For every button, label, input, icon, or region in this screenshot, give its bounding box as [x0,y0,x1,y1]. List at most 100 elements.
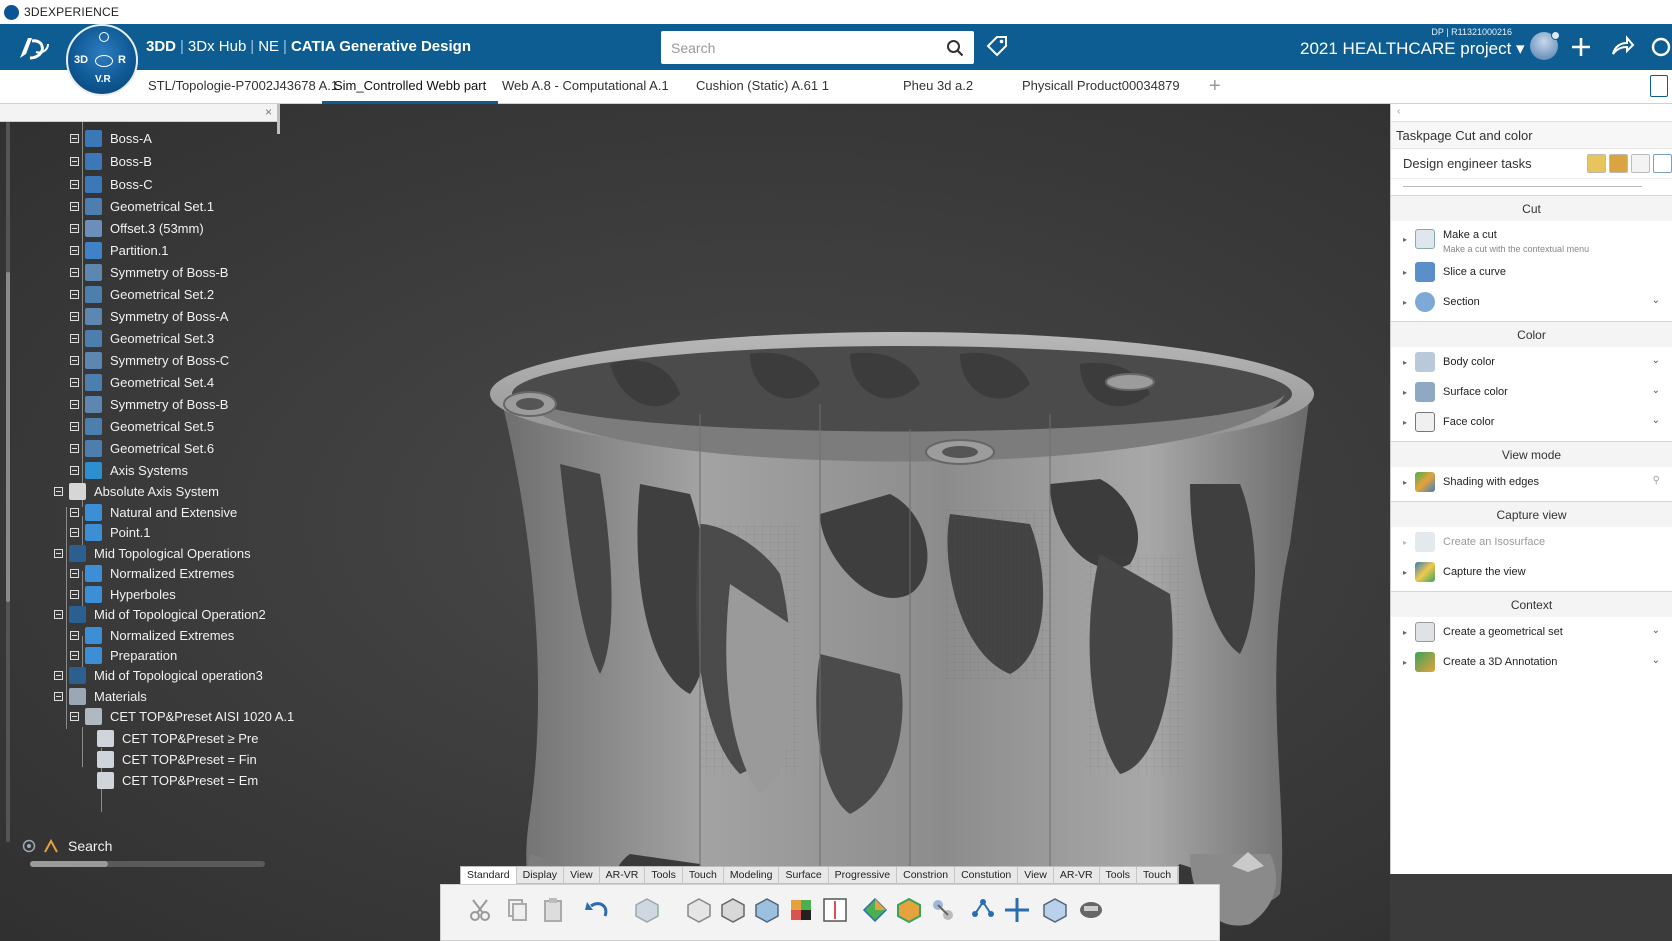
plus-icon[interactable] [1568,34,1594,60]
search-input[interactable] [661,31,931,64]
tab-pheu-3d[interactable]: Pheu 3d a.2 [903,70,973,104]
tree-node[interactable]: Symmetry of Boss-B [70,262,228,282]
tree-node[interactable]: Symmetry of Boss-A [70,306,228,326]
expand-arrow-icon[interactable]: ▸ [1403,658,1415,667]
expand-arrow-icon[interactable]: ▸ [1403,568,1415,577]
download-icon[interactable] [1650,75,1668,97]
expand-arrow-icon[interactable]: ▸ [1403,418,1415,427]
tree-node[interactable]: Geometrical Set.4 [70,372,214,392]
task-layout-icon[interactable] [1631,154,1650,173]
tree-node[interactable]: Natural and Extensive [70,502,237,522]
expand-arrow-icon[interactable]: ▸ [1403,235,1415,244]
tree-node[interactable]: Geometrical Set.5 [70,416,214,436]
action-bar-tab[interactable]: Tools [645,867,683,884]
expand-toggle-icon[interactable] [54,548,63,558]
section-item[interactable]: ▸ Section ⌄ [1391,287,1672,317]
shading-edges-item[interactable]: ▸ Shading with edges ⚲ [1391,467,1672,497]
expand-toggle-icon[interactable] [70,589,79,599]
pin-icon[interactable]: ⚲ [1653,475,1660,486]
tree-node[interactable]: Partition.1 [70,240,169,260]
project-selector[interactable]: DP | R11321000216 2021 HEALTHCARE projec… [1300,27,1525,59]
add-tab-button[interactable]: + [1209,76,1221,96]
expand-toggle-icon[interactable] [70,267,79,277]
action-bar-tab[interactable]: Tools [1100,867,1138,884]
tag-icon[interactable] [985,34,1009,58]
cut-scissors-icon[interactable] [467,896,495,924]
make-cut-item[interactable]: ▸ Make a cut Make a cut with the contextu… [1391,221,1672,257]
tree-node[interactable]: Symmetry of Boss-C [70,350,229,370]
chevron-down-icon[interactable]: ⌄ [1652,295,1660,306]
compass-settings-icon[interactable] [1648,34,1672,60]
material-apply-icon[interactable] [787,896,815,924]
action-bar-tab[interactable]: AR-VR [1054,867,1100,884]
network-icon[interactable] [969,896,997,924]
expand-toggle-icon[interactable] [70,245,79,255]
search-icon[interactable] [946,39,964,57]
share-icon[interactable] [1609,34,1635,60]
action-bar-tab[interactable]: Touch [1137,867,1179,884]
mechanism-icon[interactable] [929,896,957,924]
capture-view-item[interactable]: ▸ Capture the view [1391,557,1672,587]
action-bar-tab[interactable]: View [1018,867,1054,884]
expand-toggle-icon[interactable] [70,223,79,233]
expand-arrow-icon[interactable]: ▸ [1403,388,1415,397]
tree-node[interactable]: Mid of Topological operation3 [54,665,263,685]
expand-toggle-icon[interactable] [54,670,63,680]
assembly-icon[interactable] [753,896,781,924]
expand-toggle-icon[interactable] [70,568,79,578]
action-bar-tab[interactable]: AR-VR [600,867,646,884]
tree-node[interactable]: Boss-C [70,174,153,194]
expand-toggle-icon[interactable] [70,377,79,387]
tree-node[interactable]: Normalized Extremes [70,625,234,645]
tree-node[interactable]: Geometrical Set.2 [70,284,214,304]
expand-toggle-icon[interactable] [70,355,79,365]
user-avatar[interactable] [1530,31,1560,60]
expand-arrow-icon[interactable]: ▸ [1403,478,1415,487]
face-color-item[interactable]: ▸ Face color ⌄ [1391,407,1672,437]
expand-arrow-icon[interactable]: ▸ [1403,298,1415,307]
action-bar-tab[interactable]: Touch [683,867,724,884]
tree-node[interactable]: Axis Systems [70,460,188,480]
chevron-down-icon[interactable]: ⌄ [1652,415,1660,426]
tree-node[interactable]: Boss-A [70,128,152,148]
expand-arrow-icon[interactable]: ▸ [1403,538,1415,547]
tree-node[interactable]: Boss-B [70,151,152,171]
expand-toggle-icon[interactable] [70,179,79,189]
expand-toggle-icon[interactable] [70,421,79,431]
action-bar-tab[interactable]: Constrion [897,867,956,884]
tree-node[interactable]: CET TOP&Preset AISI 1020 A.1 [70,706,294,726]
expand-arrow-icon[interactable]: ▸ [1403,358,1415,367]
catalog-icon[interactable] [1041,896,1069,924]
copy-icon[interactable] [503,896,531,924]
chevron-down-icon[interactable]: ⌄ [1652,625,1660,636]
scroll-thumb[interactable] [30,861,108,867]
tab-physicall-product[interactable]: Physicall Product00034879 [1022,70,1180,104]
paste-icon[interactable] [539,896,567,924]
tree-node[interactable]: Geometrical Set.3 [70,328,214,348]
part-icon[interactable] [685,896,713,924]
expand-toggle-icon[interactable] [70,133,79,143]
expand-toggle-icon[interactable] [70,156,79,166]
action-bar-tab[interactable]: Constution [955,867,1019,884]
expand-toggle-icon[interactable] [70,333,79,343]
move-icon[interactable] [1003,896,1031,924]
mask-icon[interactable] [1077,896,1105,924]
task-tool-icon[interactable] [1609,154,1628,173]
tree-node[interactable]: CET TOP&Preset = Em [97,770,258,790]
action-bar-tab[interactable]: Modeling [724,867,780,884]
axis-triad-icon[interactable] [1228,844,1268,874]
expand-toggle-icon[interactable] [70,650,79,660]
action-bar-tab[interactable]: Surface [779,867,829,884]
tab-stl-topologie[interactable]: STL/Topologie-P7002J43678 A.1 [148,70,338,104]
tree-node[interactable]: Hyperboles [70,584,176,604]
tree-node[interactable]: Point.1 [70,522,150,542]
slice-curve-item[interactable]: ▸ Slice a curve [1391,257,1672,287]
render-icon[interactable] [895,896,923,924]
tree-node[interactable]: Symmetry of Boss-B [70,394,228,414]
tree-node[interactable]: Absolute Axis System [54,481,219,501]
undo-icon[interactable] [583,896,611,924]
expand-toggle-icon[interactable] [54,609,63,619]
dassault-logo-icon[interactable] [14,32,54,64]
expand-toggle-icon[interactable] [54,486,63,496]
chevron-down-icon[interactable]: ⌄ [1652,355,1660,366]
